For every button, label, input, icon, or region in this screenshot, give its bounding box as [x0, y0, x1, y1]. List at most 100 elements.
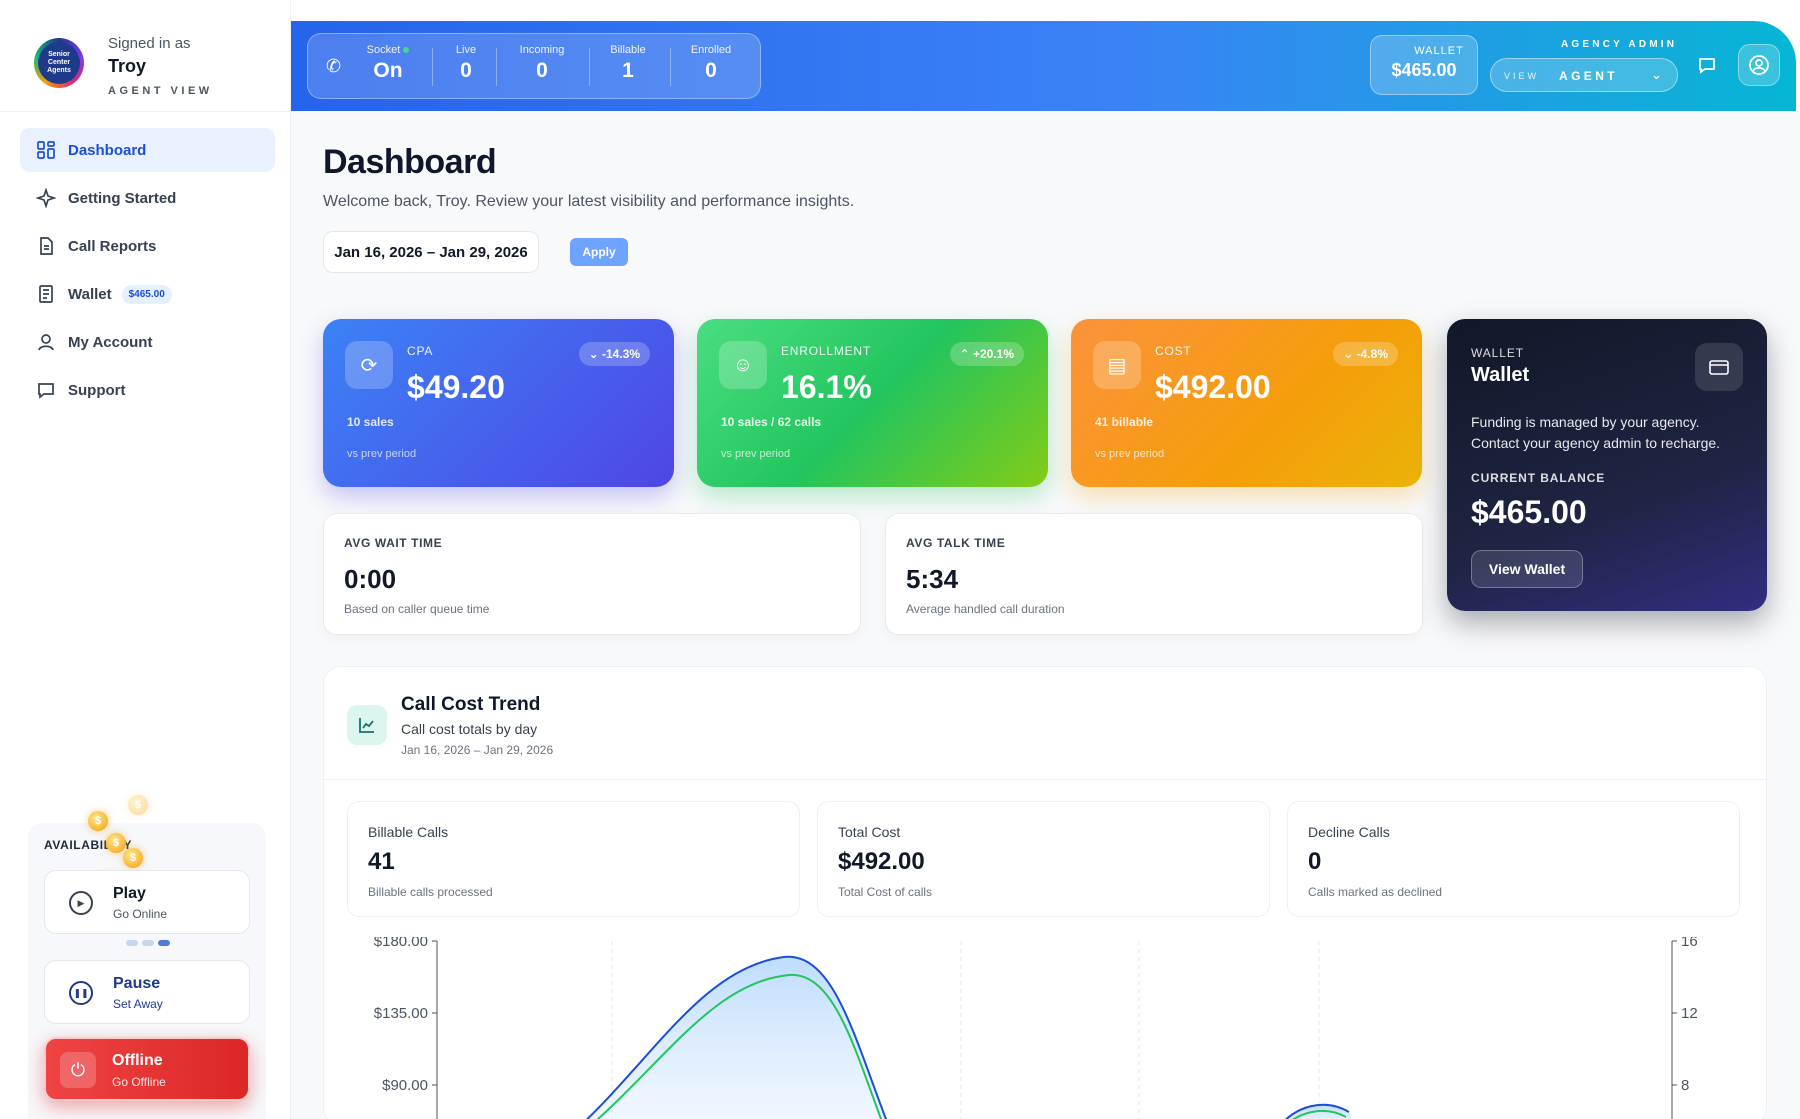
phone-icon: ✆	[326, 56, 342, 76]
chat-icon	[1699, 58, 1715, 74]
user-name: Troy	[108, 56, 147, 76]
credit-card-icon	[1695, 343, 1743, 391]
left-axis-ticks	[432, 940, 437, 1086]
stat-label: Live	[455, 44, 477, 56]
kpi-delta: -4.8%	[1356, 347, 1388, 361]
sidebar-item-support[interactable]: Support	[20, 368, 275, 412]
kpi-comparison: vs prev period	[347, 448, 417, 460]
play-button[interactable]: ▶ Play Go Online	[44, 870, 250, 934]
kpi-comparison: vs prev period	[1095, 448, 1165, 460]
stat-label: Billable	[610, 44, 646, 56]
view-mode-label: AGENT VIEW	[108, 85, 213, 97]
kpi-card-enrollment: ☺ ENROLLMENT 16.1% ⌃ +20.1% 10 sales / 6…	[697, 319, 1048, 487]
y2-tick-label: 16	[1681, 937, 1698, 950]
play-label: Play	[113, 885, 146, 902]
kpi-delta-badge: ⌄ -14.3%	[578, 342, 650, 366]
kpi-delta: +20.1%	[972, 347, 1014, 361]
dollar-refresh-icon: ⟳	[345, 341, 393, 389]
play-icon: ▶	[69, 891, 93, 915]
receipt-icon: ▤	[1093, 341, 1141, 389]
stat-value: 0	[705, 59, 717, 82]
view-select-value: AGENT	[1559, 69, 1618, 83]
line-chart-icon	[347, 705, 387, 745]
cost-area	[587, 956, 886, 1119]
user-check-icon: ☺	[719, 341, 767, 389]
summary-card-decline-calls: Decline Calls 0 Calls marked as declined	[1287, 801, 1740, 917]
receipt-icon	[39, 285, 53, 303]
stat-incoming: Incoming 0	[502, 44, 582, 83]
kpi-comparison: vs prev period	[721, 448, 791, 460]
sidebar-item-label: Call Reports	[68, 237, 157, 255]
trend-subtitle: Call cost totals by day	[401, 721, 538, 737]
summary-label: Billable Calls	[368, 824, 449, 840]
kpi-delta-badge: ⌃ +20.1%	[949, 342, 1024, 366]
stat-value: On	[373, 59, 403, 82]
power-icon: ⏻	[60, 1052, 96, 1088]
sidebar-item-label: Dashboard	[68, 141, 147, 159]
metric-label: AVG TALK TIME	[906, 536, 1006, 550]
date-range-picker[interactable]: Jan 16, 2026 – Jan 29, 2026	[323, 231, 539, 273]
y2-tick-label: 12	[1681, 1005, 1698, 1022]
metric-sublabel: Based on caller queue time	[344, 602, 490, 616]
stat-label: Socket	[366, 44, 401, 56]
top-bar: ✆ Socket On Live 0 Incoming 0 Billable 1	[291, 21, 1796, 111]
sidebar-item-label: Getting Started	[68, 189, 177, 207]
status-indicator-dots	[126, 940, 170, 946]
live-stats-panel: ✆ Socket On Live 0 Incoming 0 Billable 1	[307, 33, 761, 99]
offline-sublabel: Go Offline	[112, 1075, 166, 1089]
stat-label: Enrolled	[690, 44, 732, 56]
offline-button[interactable]: ⏻ Offline Go Offline	[44, 1037, 250, 1101]
sidebar-item-getting-started[interactable]: Getting Started	[20, 176, 275, 220]
kpi-detail: 10 sales / 62 calls	[721, 415, 822, 429]
pause-button[interactable]: ❚❚ Pause Set Away	[44, 960, 250, 1024]
socket-status-dot	[403, 47, 410, 54]
summary-label: Total Cost	[838, 824, 901, 840]
account-button[interactable]	[1738, 44, 1780, 86]
availability-panel: AVAILABILITY $ $ $ $ $ ▶ Play Go Online …	[28, 795, 266, 1119]
stat-enrolled: Enrolled 0	[676, 44, 746, 83]
wallet-chip[interactable]: WALLET $465.00	[1370, 35, 1478, 95]
pause-icon: ❚❚	[69, 981, 93, 1005]
wallet-balance-badge: $465.00	[121, 284, 172, 304]
wallet-card-title: Wallet	[1471, 364, 1530, 386]
sidebar-item-my-account[interactable]: My Account	[20, 320, 275, 364]
kpi-delta-badge: ⌄ -4.8%	[1333, 342, 1398, 366]
offline-label: Offline	[112, 1052, 163, 1069]
kpi-value: 16.1%	[781, 369, 872, 405]
right-axis-ticks	[1672, 940, 1677, 1086]
sidebar-item-dashboard[interactable]: Dashboard	[20, 128, 275, 172]
brand-logo-text: Senior Center Agents	[38, 42, 80, 84]
summary-card-total-cost: Total Cost $492.00 Total Cost of calls	[817, 801, 1270, 917]
summary-value: 41	[368, 848, 395, 875]
grid-icon	[37, 141, 55, 159]
kpi-delta: -14.3%	[601, 347, 640, 361]
user-circle-icon	[1749, 55, 1769, 75]
kpi-label: ENROLLMENT	[781, 344, 872, 358]
sidebar-item-label: My Account	[68, 333, 153, 351]
wallet-chip-label: WALLET	[1414, 45, 1464, 57]
trend-title: Call Cost Trend	[401, 694, 541, 715]
sidebar-item-label: Wallet	[68, 285, 112, 303]
y-tick-label: $135.00	[374, 1005, 428, 1022]
messages-button[interactable]	[1689, 47, 1725, 83]
view-wallet-button[interactable]: View Wallet	[1471, 550, 1583, 588]
sidebar-item-call-reports[interactable]: Call Reports	[20, 224, 275, 268]
app-root: Senior Center Agents Signed in as Troy A…	[0, 0, 1800, 1119]
call-cost-trend-panel: Call Cost Trend Call cost totals by day …	[323, 666, 1768, 1119]
coin-icon: $	[88, 811, 108, 831]
trend-date-range: Jan 16, 2026 – Jan 29, 2026	[401, 743, 554, 757]
signed-in-label: Signed in as	[108, 35, 191, 52]
kpi-label: COST	[1155, 344, 1192, 358]
apply-button[interactable]: Apply	[570, 238, 628, 266]
sidebar-item-wallet[interactable]: Wallet $465.00	[20, 272, 275, 316]
chevron-down-icon: ⌄	[1651, 67, 1662, 82]
kpi-card-cpa: ⟳ CPA $49.20 ⌄ -14.3% 10 sales vs prev p…	[323, 319, 674, 487]
stat-label: Incoming	[519, 44, 565, 56]
sidebar-nav: Dashboard Getting Started Call Reports W…	[20, 128, 275, 416]
summary-sublabel: Calls marked as declined	[1308, 885, 1443, 899]
summary-card-billable-calls: Billable Calls 41 Billable calls process…	[347, 801, 800, 917]
kpi-value: $492.00	[1155, 369, 1271, 405]
y-tick-label: $90.00	[382, 1077, 428, 1094]
metric-sublabel: Average handled call duration	[906, 602, 1065, 616]
view-mode-select[interactable]: VIEW AGENT ⌄	[1490, 58, 1678, 92]
